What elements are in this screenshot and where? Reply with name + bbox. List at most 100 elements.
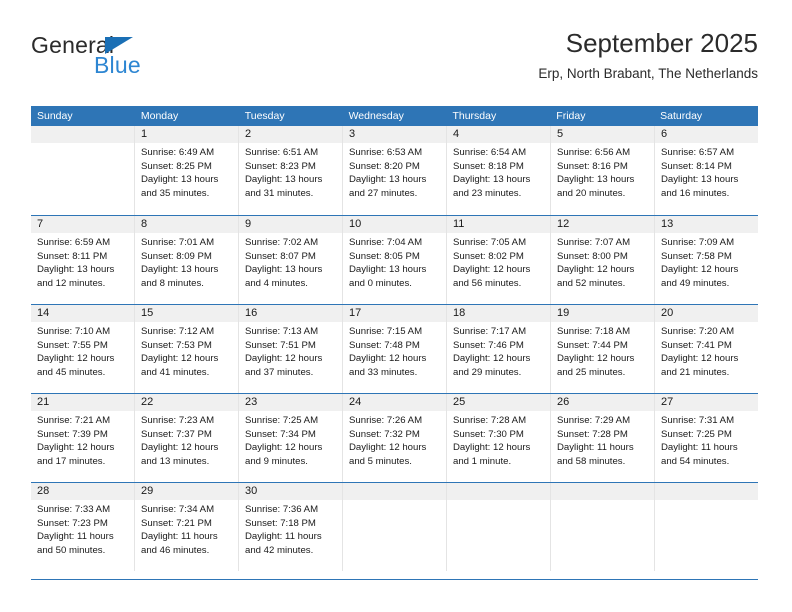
calendar-day-cell[interactable]: 21 Sunrise: 7:21 AM Sunset: 7:39 PM Dayligh… — [31, 394, 135, 482]
calendar-day-cell[interactable]: 29 Sunrise: 7:34 AM Sunset: 7:21 PM Dayligh… — [135, 483, 239, 571]
calendar-empty-cell — [343, 483, 447, 571]
calendar-day-cell[interactable]: 19 Sunrise: 7:18 AM Sunset: 7:44 PM Dayligh… — [551, 305, 655, 393]
day-details: Sunrise: 6:56 AM Sunset: 8:16 PM Daylight:… — [551, 143, 654, 200]
day-sunrise: Sunrise: 7:34 AM — [141, 504, 215, 515]
calendar-day-cell[interactable]: 17 Sunrise: 7:15 AM Sunset: 7:48 PM Dayligh… — [343, 305, 447, 393]
day-sunrise: Sunrise: 7:15 AM — [349, 326, 423, 337]
day-number — [343, 483, 446, 500]
day-sunset: Sunset: 7:39 PM — [37, 428, 108, 440]
day-sunrise: Sunrise: 7:23 AM — [141, 415, 215, 426]
calendar-day-cell[interactable]: 30 Sunrise: 7:36 AM Sunset: 7:18 PM Dayligh… — [239, 483, 343, 571]
day-sunset: Sunset: 7:51 PM — [245, 339, 316, 351]
day-daylight-line2: and 21 minutes. — [661, 366, 730, 378]
weekday-header-monday: Monday — [140, 110, 179, 122]
calendar-day-cell[interactable]: 27 Sunrise: 7:31 AM Sunset: 7:25 PM Dayligh… — [655, 394, 758, 482]
calendar-day-cell[interactable]: 28 Sunrise: 7:33 AM Sunset: 7:23 PM Dayligh… — [31, 483, 135, 571]
weekday-header-wednesday: Wednesday — [348, 110, 404, 122]
calendar-day-cell[interactable]: 16 Sunrise: 7:13 AM Sunset: 7:51 PM Dayligh… — [239, 305, 343, 393]
day-details: Sunrise: 7:13 AM Sunset: 7:51 PM Daylight:… — [239, 322, 342, 379]
page-title: September 2025 — [565, 28, 758, 58]
day-daylight-line2: and 58 minutes. — [557, 455, 626, 467]
calendar-day-cell[interactable]: 10 Sunrise: 7:04 AM Sunset: 8:05 PM Dayligh… — [343, 216, 447, 304]
calendar-week-row: 1 Sunrise: 6:49 AM Sunset: 8:25 PM Daylight… — [31, 126, 758, 215]
calendar-day-cell[interactable]: 6 Sunrise: 6:57 AM Sunset: 8:14 PM Daylight… — [655, 126, 758, 215]
day-number: 11 — [447, 216, 550, 233]
calendar-day-cell[interactable]: 1 Sunrise: 6:49 AM Sunset: 8:25 PM Daylight… — [135, 126, 239, 215]
day-number: 14 — [31, 305, 134, 322]
calendar-day-cell[interactable]: 5 Sunrise: 6:56 AM Sunset: 8:16 PM Daylight… — [551, 126, 655, 215]
day-number: 23 — [239, 394, 342, 411]
day-sunset: Sunset: 7:23 PM — [37, 517, 108, 529]
calendar-day-cell[interactable]: 11 Sunrise: 7:05 AM Sunset: 8:02 PM Dayligh… — [447, 216, 551, 304]
calendar-week-row: 28 Sunrise: 7:33 AM Sunset: 7:23 PM Dayligh… — [31, 482, 758, 571]
day-daylight-line2: and 16 minutes. — [661, 187, 730, 199]
calendar-day-cell[interactable]: 22 Sunrise: 7:23 AM Sunset: 7:37 PM Dayligh… — [135, 394, 239, 482]
calendar-day-cell[interactable]: 4 Sunrise: 6:54 AM Sunset: 8:18 PM Daylight… — [447, 126, 551, 215]
calendar-day-cell[interactable]: 15 Sunrise: 7:12 AM Sunset: 7:53 PM Dayligh… — [135, 305, 239, 393]
calendar-day-cell[interactable]: 18 Sunrise: 7:17 AM Sunset: 7:46 PM Dayligh… — [447, 305, 551, 393]
day-details: Sunrise: 7:23 AM Sunset: 7:37 PM Daylight:… — [135, 411, 238, 468]
day-details: Sunrise: 7:25 AM Sunset: 7:34 PM Daylight:… — [239, 411, 342, 468]
calendar-day-cell[interactable]: 7 Sunrise: 6:59 AM Sunset: 8:11 PM Daylight… — [31, 216, 135, 304]
day-number: 15 — [135, 305, 238, 322]
day-sunset: Sunset: 7:34 PM — [245, 428, 316, 440]
day-number — [551, 483, 654, 500]
calendar-day-cell[interactable]: 12 Sunrise: 7:07 AM Sunset: 8:00 PM Dayligh… — [551, 216, 655, 304]
day-daylight-line2: and 25 minutes. — [557, 366, 626, 378]
day-details: Sunrise: 7:17 AM Sunset: 7:46 PM Daylight:… — [447, 322, 550, 379]
calendar-day-cell[interactable]: 14 Sunrise: 7:10 AM Sunset: 7:55 PM Dayligh… — [31, 305, 135, 393]
day-details: Sunrise: 7:21 AM Sunset: 7:39 PM Daylight:… — [31, 411, 134, 468]
day-daylight-line1: Daylight: 12 hours — [557, 264, 635, 276]
day-details: Sunrise: 7:10 AM Sunset: 7:55 PM Daylight:… — [31, 322, 134, 379]
day-details: Sunrise: 7:28 AM Sunset: 7:30 PM Daylight:… — [447, 411, 550, 468]
day-sunrise: Sunrise: 7:33 AM — [37, 504, 111, 515]
day-daylight-line1: Daylight: 13 hours — [349, 174, 427, 186]
calendar-day-cell[interactable]: 23 Sunrise: 7:25 AM Sunset: 7:34 PM Dayligh… — [239, 394, 343, 482]
day-sunrise: Sunrise: 7:13 AM — [245, 326, 319, 337]
day-daylight-line1: Daylight: 13 hours — [37, 264, 115, 276]
day-number: 21 — [31, 394, 134, 411]
calendar-empty-cell — [447, 483, 551, 571]
day-sunrise: Sunrise: 7:25 AM — [245, 415, 319, 426]
day-sunset: Sunset: 7:28 PM — [557, 428, 628, 440]
calendar-day-cell[interactable]: 24 Sunrise: 7:26 AM Sunset: 7:32 PM Dayligh… — [343, 394, 447, 482]
weekday-header-saturday: Saturday — [660, 110, 703, 122]
day-daylight-line1: Daylight: 12 hours — [557, 353, 635, 365]
day-number: 5 — [551, 126, 654, 143]
day-daylight-line2: and 37 minutes. — [245, 366, 314, 378]
calendar-day-cell[interactable]: 9 Sunrise: 7:02 AM Sunset: 8:07 PM Daylight… — [239, 216, 343, 304]
day-number: 18 — [447, 305, 550, 322]
day-sunset: Sunset: 7:55 PM — [37, 339, 108, 351]
day-number — [31, 126, 134, 143]
day-daylight-line2: and 9 minutes. — [245, 455, 308, 467]
day-sunset: Sunset: 8:23 PM — [245, 160, 316, 172]
day-sunset: Sunset: 7:32 PM — [349, 428, 420, 440]
day-daylight-line1: Daylight: 12 hours — [661, 353, 739, 365]
calendar-day-cell[interactable]: 8 Sunrise: 7:01 AM Sunset: 8:09 PM Daylight… — [135, 216, 239, 304]
day-details: Sunrise: 7:29 AM Sunset: 7:28 PM Daylight:… — [551, 411, 654, 468]
day-sunrise: Sunrise: 7:04 AM — [349, 237, 423, 248]
brand-logo[interactable]: General Blue — [31, 32, 251, 88]
day-number: 10 — [343, 216, 446, 233]
calendar-week-row: 14 Sunrise: 7:10 AM Sunset: 7:55 PM Dayligh… — [31, 304, 758, 393]
day-sunset: Sunset: 8:05 PM — [349, 250, 420, 262]
day-daylight-line1: Daylight: 13 hours — [245, 264, 323, 276]
day-number: 7 — [31, 216, 134, 233]
calendar-day-cell[interactable]: 25 Sunrise: 7:28 AM Sunset: 7:30 PM Dayligh… — [447, 394, 551, 482]
day-sunrise: Sunrise: 7:17 AM — [453, 326, 527, 337]
calendar-day-cell[interactable]: 20 Sunrise: 7:20 AM Sunset: 7:41 PM Dayligh… — [655, 305, 758, 393]
day-daylight-line1: Daylight: 12 hours — [453, 442, 531, 454]
day-details: Sunrise: 7:02 AM Sunset: 8:07 PM Daylight:… — [239, 233, 342, 290]
calendar-day-cell[interactable]: 26 Sunrise: 7:29 AM Sunset: 7:28 PM Dayligh… — [551, 394, 655, 482]
day-daylight-line2: and 54 minutes. — [661, 455, 730, 467]
day-daylight-line2: and 8 minutes. — [141, 277, 204, 289]
calendar-day-cell[interactable]: 3 Sunrise: 6:53 AM Sunset: 8:20 PM Daylight… — [343, 126, 447, 215]
calendar-day-cell[interactable]: 13 Sunrise: 7:09 AM Sunset: 7:58 PM Dayligh… — [655, 216, 758, 304]
day-daylight-line1: Daylight: 12 hours — [349, 353, 427, 365]
day-number: 30 — [239, 483, 342, 500]
day-sunset: Sunset: 8:11 PM — [37, 250, 108, 262]
weekday-header-row: Sunday Monday Tuesday Wednesday Thursday… — [31, 106, 758, 126]
calendar-day-cell[interactable]: 2 Sunrise: 6:51 AM Sunset: 8:23 PM Daylight… — [239, 126, 343, 215]
day-number: 13 — [655, 216, 758, 233]
day-sunset: Sunset: 8:16 PM — [557, 160, 628, 172]
